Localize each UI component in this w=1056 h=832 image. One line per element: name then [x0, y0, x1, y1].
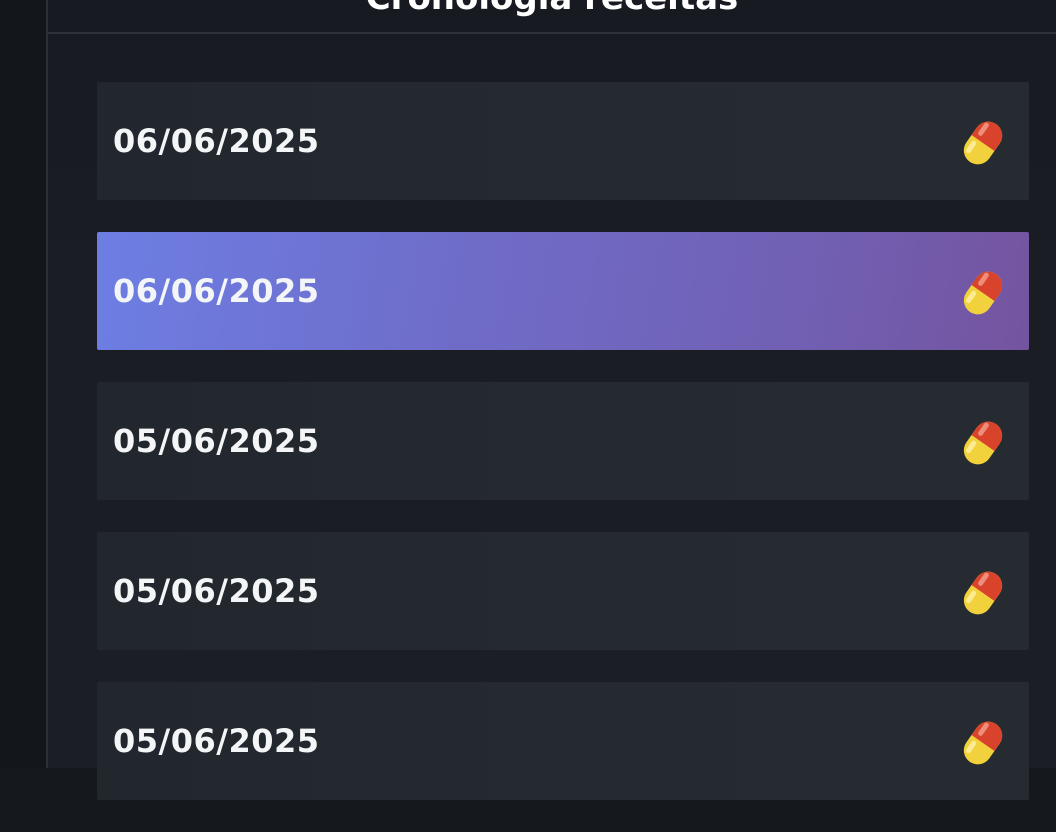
- prescription-item[interactable]: 05/06/2025: [97, 382, 1029, 500]
- left-sidebar: [0, 0, 48, 768]
- pill-icon: [963, 721, 1003, 765]
- prescription-history-panel: Cronologia receitas 06/06/2025 06/06/202…: [48, 0, 1056, 800]
- prescription-item[interactable]: 05/06/2025: [97, 532, 1029, 650]
- prescription-date: 06/06/2025: [113, 272, 320, 310]
- pill-icon: [963, 571, 1003, 615]
- prescription-item-selected[interactable]: 06/06/2025: [97, 232, 1029, 350]
- pill-icon: [963, 121, 1003, 165]
- page-title: Cronologia receitas: [48, 0, 1056, 18]
- prescription-date: 06/06/2025: [113, 122, 320, 160]
- pill-icon: [963, 271, 1003, 315]
- prescription-date: 05/06/2025: [113, 422, 320, 460]
- prescription-date: 05/06/2025: [113, 572, 320, 610]
- prescription-item[interactable]: 05/06/2025: [97, 682, 1029, 800]
- prescription-list: 06/06/2025 06/06/2025 05/06/2025 05/06/2…: [97, 82, 1029, 832]
- panel-header: Cronologia receitas: [48, 0, 1056, 34]
- prescription-item[interactable]: 06/06/2025: [97, 82, 1029, 200]
- prescription-date: 05/06/2025: [113, 722, 320, 760]
- pill-icon: [963, 421, 1003, 465]
